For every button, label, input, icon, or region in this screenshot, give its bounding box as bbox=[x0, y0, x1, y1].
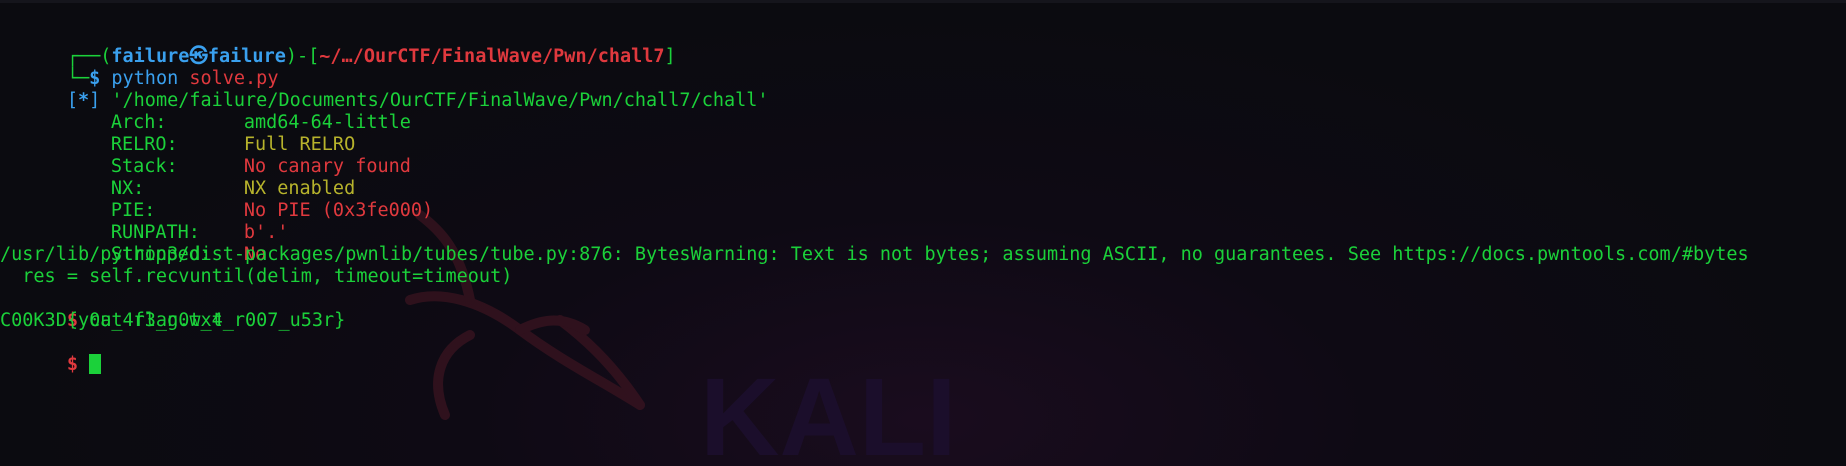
shell-input-line[interactable]: $ bbox=[0, 332, 1846, 375]
flag-output: C00K3D{y0u_4r3_n0w_4_r007_u53r} bbox=[0, 310, 346, 331]
checksec-row: PIE: No PIE (0x3fe000) bbox=[0, 178, 1846, 221]
checksec-row: NX: NX enabled bbox=[0, 156, 1846, 199]
terminal-window[interactable]: KALI ┌──(failure㉿failure)-[~/…/OurCTF/Fi… bbox=[0, 0, 1846, 466]
command-line: └─$ python solve.py bbox=[0, 46, 1846, 89]
terminal-top-edge bbox=[0, 0, 1846, 3]
prompt-header-line: ┌──(failure㉿failure)-[~/…/OurCTF/FinalWa… bbox=[0, 24, 1846, 67]
checksec-row: Arch: amd64-64-little bbox=[0, 90, 1846, 133]
bytes-warning-line: /usr/lib/python3/dist-packages/pwnlib/tu… bbox=[0, 244, 1749, 265]
terminal-cursor[interactable] bbox=[88, 354, 101, 374]
warning-code-line: res = self.recvuntil(delim, timeout=time… bbox=[0, 266, 513, 287]
kali-logo-text: KALI bbox=[700, 356, 957, 466]
checksec-row: Stack: No canary found bbox=[0, 134, 1846, 177]
checksec-row: Stripped: No bbox=[0, 222, 1846, 265]
checksec-row: RELRO: Full RELRO bbox=[0, 112, 1846, 155]
shell-prompt-dollar: $ bbox=[66, 354, 78, 375]
checksec-row: RUNPATH: b'.' bbox=[0, 200, 1846, 243]
shell-command-line: $ cat flag.txt bbox=[0, 288, 1846, 331]
info-line: [*] '/home/failure/Documents/OurCTF/Fina… bbox=[0, 68, 1846, 111]
terminal-output: ┌──(failure㉿failure)-[~/…/OurCTF/FinalWa… bbox=[0, 24, 1846, 375]
